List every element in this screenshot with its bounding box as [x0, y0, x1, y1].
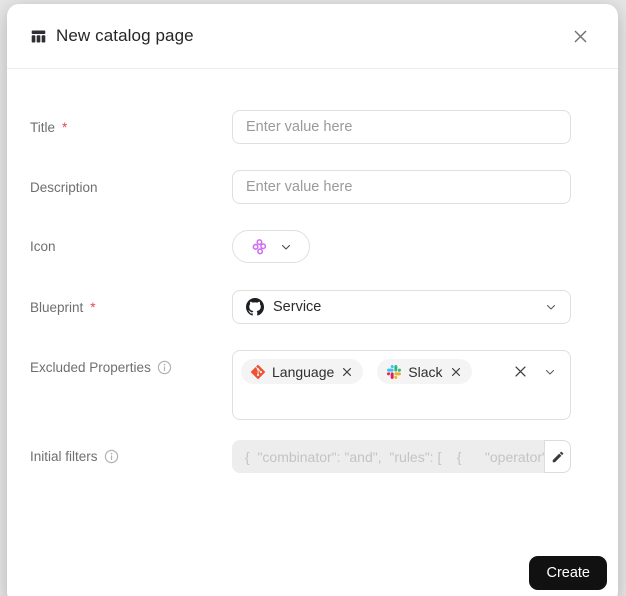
chevron-down-icon[interactable] [544, 366, 556, 378]
title-field-row: Title * [30, 110, 571, 144]
chevron-down-icon [281, 244, 291, 250]
github-icon [246, 298, 264, 316]
dialog-title: New catalog page [56, 26, 194, 45]
blueprint-field-row: Blueprint * Service [30, 290, 571, 324]
excluded-properties-multiselect[interactable]: Language Slack [232, 350, 571, 420]
close-icon [574, 30, 587, 42]
clear-x-icon [515, 366, 526, 377]
initial-filters-label: Initial filters [30, 449, 232, 464]
excluded-properties-label: Excluded Properties [30, 360, 232, 375]
close-button[interactable] [569, 25, 592, 48]
chip-label: Slack [408, 363, 443, 380]
description-label: Description [30, 179, 98, 195]
pencil-icon [552, 451, 563, 462]
initial-filters-field: { "combinator": "and", "rules": [ { "ope… [232, 440, 571, 473]
new-catalog-page-dialog: New catalog page Title* Description Icon [7, 4, 618, 596]
excluded-properties-field-row: Excluded Properties Language Slack [30, 350, 571, 420]
selected-chips: Language Slack [241, 359, 472, 384]
clear-all-button[interactable] [514, 365, 527, 378]
chip-remove-button[interactable] [450, 366, 462, 378]
create-button[interactable]: Create [529, 556, 607, 590]
info-icon[interactable] [104, 449, 119, 464]
chip-language: Language [241, 359, 364, 384]
info-icon[interactable] [157, 360, 172, 375]
description-input[interactable] [232, 170, 571, 204]
title-label: Title * [30, 119, 68, 135]
blueprint-value: Service [273, 299, 322, 315]
chip-remove-button[interactable] [341, 366, 353, 378]
slack-icon [387, 364, 402, 379]
git-icon [251, 364, 265, 379]
chip-slack: Slack [377, 359, 472, 384]
microservices-cluster-icon [252, 238, 267, 254]
chip-label: Language [272, 363, 335, 380]
title-input[interactable] [232, 110, 571, 144]
dialog-title-group: New catalog page [30, 26, 194, 46]
icon-picker-button[interactable] [232, 230, 310, 263]
initial-filters-field-row: Initial filters { "combinator": "and", "… [30, 440, 571, 473]
initial-filters-value: { "combinator": "and", "rules": [ { "ope… [232, 440, 544, 473]
catalog-table-icon [31, 30, 46, 42]
blueprint-label: Blueprint * [30, 299, 96, 315]
description-field-row: Description [30, 170, 571, 204]
dialog-header: New catalog page [7, 4, 618, 69]
chevron-down-icon [547, 305, 555, 310]
edit-filters-button[interactable] [544, 440, 571, 473]
multiselect-controls [514, 359, 558, 384]
icon-field-row: Icon [30, 230, 571, 263]
required-marker: * [90, 299, 96, 315]
remove-x-icon [451, 367, 460, 376]
blueprint-select[interactable]: Service [232, 290, 571, 324]
icon-label: Icon [30, 239, 56, 254]
remove-x-icon [343, 367, 352, 376]
required-marker: * [62, 119, 68, 135]
